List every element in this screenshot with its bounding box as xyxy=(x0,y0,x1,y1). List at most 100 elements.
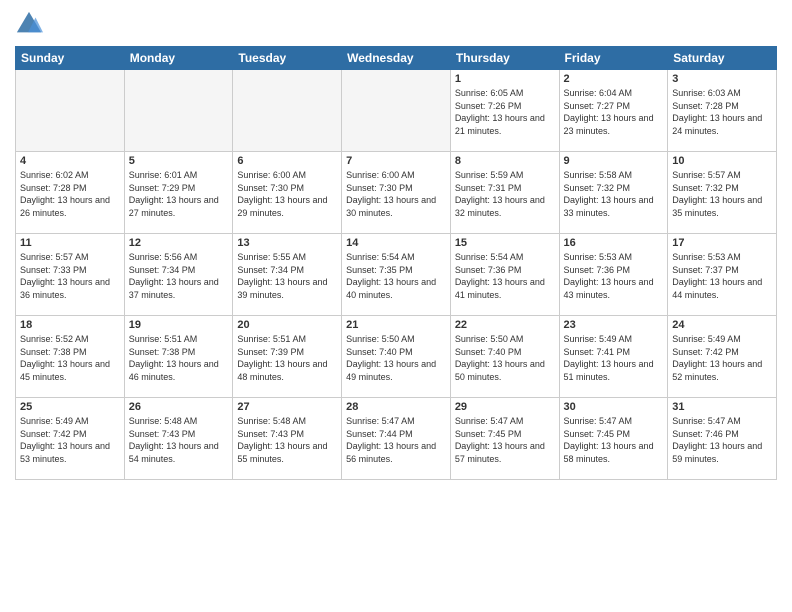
day-number: 2 xyxy=(564,73,664,85)
day-number: 23 xyxy=(564,319,664,331)
day-number: 18 xyxy=(20,319,120,331)
day-number: 1 xyxy=(455,73,555,85)
day-cell: 9 Sunrise: 5:58 AMSunset: 7:32 PMDaylight… xyxy=(559,152,668,234)
day-number: 22 xyxy=(455,319,555,331)
day-number: 13 xyxy=(237,237,337,249)
day-info: Sunrise: 5:50 AMSunset: 7:40 PMDaylight:… xyxy=(346,333,446,383)
header xyxy=(15,10,777,38)
day-info: Sunrise: 5:47 AMSunset: 7:45 PMDaylight:… xyxy=(564,415,664,465)
day-number: 19 xyxy=(129,319,229,331)
day-info: Sunrise: 5:49 AMSunset: 7:41 PMDaylight:… xyxy=(564,333,664,383)
weekday-header-saturday: Saturday xyxy=(668,47,777,70)
day-number: 12 xyxy=(129,237,229,249)
day-number: 29 xyxy=(455,401,555,413)
day-cell: 15 Sunrise: 5:54 AMSunset: 7:36 PMDayligh… xyxy=(450,234,559,316)
day-info: Sunrise: 5:50 AMSunset: 7:40 PMDaylight:… xyxy=(455,333,555,383)
day-cell xyxy=(233,70,342,152)
day-number: 7 xyxy=(346,155,446,167)
day-cell xyxy=(342,70,451,152)
weekday-header-monday: Monday xyxy=(124,47,233,70)
day-cell xyxy=(16,70,125,152)
day-info: Sunrise: 6:02 AMSunset: 7:28 PMDaylight:… xyxy=(20,169,120,219)
logo-icon xyxy=(15,10,43,38)
day-cell: 19Sunrise: 5:51 AMSunset: 7:38 PMDayligh… xyxy=(124,316,233,398)
day-cell: 27 Sunrise: 5:48 AMSunset: 7:43 PMDayligh… xyxy=(233,398,342,480)
day-cell: 11 Sunrise: 5:57 AMSunset: 7:33 PMDayligh… xyxy=(16,234,125,316)
day-cell: 21 Sunrise: 5:50 AMSunset: 7:40 PMDayligh… xyxy=(342,316,451,398)
day-info: Sunrise: 5:48 AMSunset: 7:43 PMDaylight:… xyxy=(237,415,337,465)
day-info: Sunrise: 6:01 AMSunset: 7:29 PMDaylight:… xyxy=(129,169,229,219)
day-number: 27 xyxy=(237,401,337,413)
day-cell: 10 Sunrise: 5:57 AMSunset: 7:32 PMDayligh… xyxy=(668,152,777,234)
day-info: Sunrise: 5:52 AMSunset: 7:38 PMDaylight:… xyxy=(20,333,120,383)
day-number: 15 xyxy=(455,237,555,249)
day-info: Sunrise: 5:48 AMSunset: 7:43 PMDaylight:… xyxy=(129,415,229,465)
day-cell: 6 Sunrise: 6:00 AMSunset: 7:30 PMDaylight… xyxy=(233,152,342,234)
day-cell: 22 Sunrise: 5:50 AMSunset: 7:40 PMDayligh… xyxy=(450,316,559,398)
day-info: Sunrise: 6:00 AMSunset: 7:30 PMDaylight:… xyxy=(237,169,337,219)
calendar-page: SundayMondayTuesdayWednesdayThursdayFrid… xyxy=(0,0,792,612)
day-info: Sunrise: 6:00 AMSunset: 7:30 PMDaylight:… xyxy=(346,169,446,219)
day-number: 6 xyxy=(237,155,337,167)
day-cell: 17Sunrise: 5:53 AMSunset: 7:37 PMDayligh… xyxy=(668,234,777,316)
day-info: Sunrise: 5:54 AMSunset: 7:35 PMDaylight:… xyxy=(346,251,446,301)
day-cell: 4 Sunrise: 6:02 AMSunset: 7:28 PMDaylight… xyxy=(16,152,125,234)
day-number: 28 xyxy=(346,401,446,413)
day-number: 26 xyxy=(129,401,229,413)
day-number: 21 xyxy=(346,319,446,331)
day-cell: 28 Sunrise: 5:47 AMSunset: 7:44 PMDayligh… xyxy=(342,398,451,480)
day-cell: 2 Sunrise: 6:04 AMSunset: 7:27 PMDaylight… xyxy=(559,70,668,152)
day-info: Sunrise: 5:57 AMSunset: 7:33 PMDaylight:… xyxy=(20,251,120,301)
day-number: 30 xyxy=(564,401,664,413)
day-info: Sunrise: 6:04 AMSunset: 7:27 PMDaylight:… xyxy=(564,87,664,137)
day-cell: 30 Sunrise: 5:47 AMSunset: 7:45 PMDayligh… xyxy=(559,398,668,480)
day-cell: 8 Sunrise: 5:59 AMSunset: 7:31 PMDaylight… xyxy=(450,152,559,234)
day-info: Sunrise: 5:53 AMSunset: 7:37 PMDaylight:… xyxy=(672,251,772,301)
day-info: Sunrise: 5:58 AMSunset: 7:32 PMDaylight:… xyxy=(564,169,664,219)
day-number: 25 xyxy=(20,401,120,413)
day-cell: 29Sunrise: 5:47 AMSunset: 7:45 PMDayligh… xyxy=(450,398,559,480)
week-row-2: 4 Sunrise: 6:02 AMSunset: 7:28 PMDaylight… xyxy=(16,152,777,234)
day-number: 20 xyxy=(237,319,337,331)
week-row-4: 18 Sunrise: 5:52 AMSunset: 7:38 PMDayligh… xyxy=(16,316,777,398)
day-cell: 31 Sunrise: 5:47 AMSunset: 7:46 PMDayligh… xyxy=(668,398,777,480)
day-cell: 3Sunrise: 6:03 AMSunset: 7:28 PMDaylight… xyxy=(668,70,777,152)
day-cell: 13 Sunrise: 5:55 AMSunset: 7:34 PMDayligh… xyxy=(233,234,342,316)
day-cell: 26 Sunrise: 5:48 AMSunset: 7:43 PMDayligh… xyxy=(124,398,233,480)
day-number: 10 xyxy=(672,155,772,167)
day-number: 24 xyxy=(672,319,772,331)
day-info: Sunrise: 5:56 AMSunset: 7:34 PMDaylight:… xyxy=(129,251,229,301)
weekday-header-sunday: Sunday xyxy=(16,47,125,70)
day-info: Sunrise: 6:03 AMSunset: 7:28 PMDaylight:… xyxy=(672,87,772,137)
day-cell: 7 Sunrise: 6:00 AMSunset: 7:30 PMDaylight… xyxy=(342,152,451,234)
day-number: 14 xyxy=(346,237,446,249)
day-info: Sunrise: 5:47 AMSunset: 7:46 PMDaylight:… xyxy=(672,415,772,465)
day-info: Sunrise: 5:55 AMSunset: 7:34 PMDaylight:… xyxy=(237,251,337,301)
weekday-header-tuesday: Tuesday xyxy=(233,47,342,70)
day-info: Sunrise: 5:47 AMSunset: 7:44 PMDaylight:… xyxy=(346,415,446,465)
weekday-header-friday: Friday xyxy=(559,47,668,70)
day-number: 31 xyxy=(672,401,772,413)
day-info: Sunrise: 5:54 AMSunset: 7:36 PMDaylight:… xyxy=(455,251,555,301)
day-number: 16 xyxy=(564,237,664,249)
week-row-1: 1Sunrise: 6:05 AMSunset: 7:26 PMDaylight… xyxy=(16,70,777,152)
weekday-header-thursday: Thursday xyxy=(450,47,559,70)
week-row-3: 11 Sunrise: 5:57 AMSunset: 7:33 PMDayligh… xyxy=(16,234,777,316)
day-cell: 25Sunrise: 5:49 AMSunset: 7:42 PMDayligh… xyxy=(16,398,125,480)
calendar-table: SundayMondayTuesdayWednesdayThursdayFrid… xyxy=(15,46,777,480)
day-cell xyxy=(124,70,233,152)
day-number: 9 xyxy=(564,155,664,167)
day-info: Sunrise: 5:59 AMSunset: 7:31 PMDaylight:… xyxy=(455,169,555,219)
day-number: 11 xyxy=(20,237,120,249)
day-cell: 16Sunrise: 5:53 AMSunset: 7:36 PMDayligh… xyxy=(559,234,668,316)
day-number: 8 xyxy=(455,155,555,167)
day-cell: 12 Sunrise: 5:56 AMSunset: 7:34 PMDayligh… xyxy=(124,234,233,316)
day-cell: 18 Sunrise: 5:52 AMSunset: 7:38 PMDayligh… xyxy=(16,316,125,398)
day-cell: 5 Sunrise: 6:01 AMSunset: 7:29 PMDaylight… xyxy=(124,152,233,234)
day-info: Sunrise: 5:57 AMSunset: 7:32 PMDaylight:… xyxy=(672,169,772,219)
day-cell: 23 Sunrise: 5:49 AMSunset: 7:41 PMDayligh… xyxy=(559,316,668,398)
day-cell: 1Sunrise: 6:05 AMSunset: 7:26 PMDaylight… xyxy=(450,70,559,152)
day-number: 4 xyxy=(20,155,120,167)
day-number: 5 xyxy=(129,155,229,167)
day-cell: 20Sunrise: 5:51 AMSunset: 7:39 PMDayligh… xyxy=(233,316,342,398)
